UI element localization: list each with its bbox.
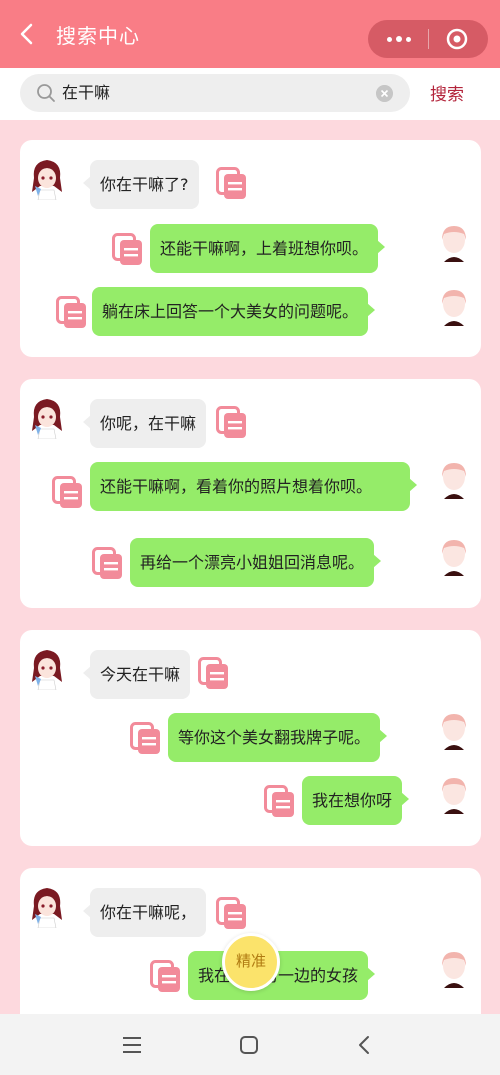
girl-avatar: [32, 650, 62, 690]
mini-program-capsule: [368, 20, 488, 58]
more-dots-icon[interactable]: [382, 20, 416, 58]
title-bar: 搜索中心: [0, 0, 500, 68]
copy-icon[interactable]: [52, 476, 84, 510]
precise-badge[interactable]: 精准: [222, 933, 280, 991]
boy-avatar: [442, 540, 466, 576]
back-icon[interactable]: [354, 1034, 376, 1056]
search-icon: [37, 84, 55, 102]
message-bubble-right: 等你这个美女翻我牌子呢。: [168, 713, 388, 762]
girl-avatar: [32, 399, 62, 439]
copy-icon[interactable]: [130, 722, 162, 756]
copy-icon[interactable]: [198, 657, 230, 691]
capsule-divider: [428, 29, 429, 49]
message-bubble-left: 你呢，在干嘛: [82, 399, 207, 448]
message-bubble-right: 我在想你呀: [302, 776, 410, 825]
copy-icon[interactable]: [150, 960, 182, 994]
copy-icon[interactable]: [92, 547, 124, 581]
search-input[interactable]: 在干嘛: [62, 74, 362, 112]
girl-avatar: [32, 888, 62, 928]
clear-icon[interactable]: [376, 85, 393, 102]
message-bubble-left: 你在干嘛呢，: [82, 888, 207, 937]
chat-card: 你呢，在干嘛 还能干嘛啊，看着你的照片想着你呗。 再给一个漂亮小姐姐回消息呢。: [20, 379, 481, 608]
boy-avatar: [442, 463, 466, 499]
message-bubble-left: 今天在干嘛: [82, 650, 191, 699]
boy-avatar: [442, 290, 466, 326]
chat-card: 你在干嘛了? 还能干嘛啊，上着班想你呗。 躺在床上回答一个大美女的问题呢。: [20, 140, 481, 357]
chevron-left-icon[interactable]: [16, 22, 40, 46]
message-bubble-right: 再给一个漂亮小姐姐回消息呢。: [130, 538, 382, 587]
page-title: 搜索中心: [56, 24, 140, 48]
boy-avatar: [442, 226, 466, 262]
target-circle-icon[interactable]: [446, 28, 468, 50]
chat-card: 今天在干嘛 等你这个美女翻我牌子呢。 我在想你呀: [20, 630, 481, 846]
copy-icon[interactable]: [264, 785, 296, 819]
copy-icon[interactable]: [216, 897, 248, 931]
boy-avatar: [442, 952, 466, 988]
message-bubble-right: 还能干嘛啊，上着班想你呗。: [150, 224, 386, 273]
search-box[interactable]: 在干嘛: [20, 74, 410, 112]
message-bubble-right: 躺在床上回答一个大美女的问题呢。: [92, 287, 376, 336]
search-button[interactable]: 搜索: [430, 80, 464, 105]
boy-avatar: [442, 778, 466, 814]
home-square-icon[interactable]: [238, 1034, 260, 1056]
system-nav-bar: [0, 1014, 500, 1075]
copy-icon[interactable]: [56, 296, 88, 330]
message-bubble-left: 你在干嘛了?: [83, 160, 199, 209]
message-bubble-right: 还能干嘛啊，看着你的照片想着你呗。: [90, 462, 417, 511]
boy-avatar: [442, 714, 466, 750]
copy-icon[interactable]: [216, 406, 248, 440]
girl-avatar: [32, 160, 62, 200]
copy-icon[interactable]: [216, 167, 248, 201]
copy-icon[interactable]: [112, 233, 144, 267]
menu-icon[interactable]: [121, 1034, 143, 1056]
